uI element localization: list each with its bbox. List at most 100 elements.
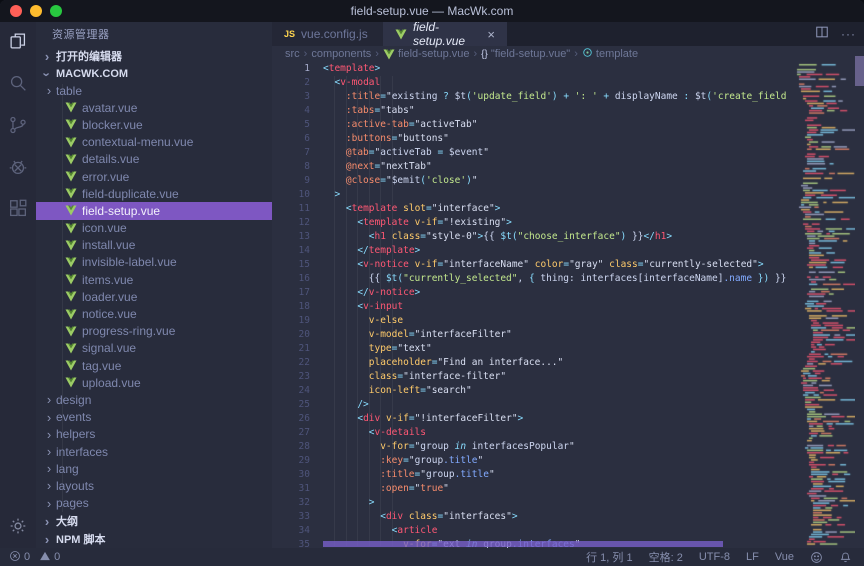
code-line-30[interactable]: 30 :title="group.title" [272, 468, 864, 482]
breadcrumb-item-src[interactable]: src [285, 48, 300, 60]
error-count: 0 [24, 551, 30, 563]
code-line-4[interactable]: 4 :tabs="tabs" [272, 104, 864, 118]
tree-folder-table[interactable]: ›table [36, 82, 272, 99]
tree-folder-events[interactable]: ›events [36, 409, 272, 426]
tree-file-loader.vue[interactable]: loader.vue [36, 288, 272, 305]
activity-explorer[interactable] [0, 22, 36, 64]
tab-field-setup-vue[interactable]: field-setup.vue × [383, 22, 507, 46]
close-tab-icon[interactable]: × [487, 27, 495, 42]
code-line-20[interactable]: 20 v-model="interfaceFilter" [272, 328, 864, 342]
code-line-28[interactable]: 28 v-for="group in interfacesPopular" [272, 440, 864, 454]
code-line-12[interactable]: 12 <template v-if="!existing"> [272, 216, 864, 230]
code-line-27[interactable]: 27 <v-details [272, 426, 864, 440]
code-line-21[interactable]: 21 type="text" [272, 342, 864, 356]
code-line-33[interactable]: 33 <div class="interfaces"> [272, 510, 864, 524]
code-line-34[interactable]: 34 <article [272, 524, 864, 538]
split-editor-icon[interactable] [815, 25, 829, 44]
vertical-scrollbar[interactable] [855, 56, 864, 86]
zoom-window-button[interactable] [50, 5, 62, 17]
tab-vue-config-js[interactable]: JS vue.config.js [272, 22, 383, 46]
line-number: 26 [272, 412, 310, 426]
activity-source-control[interactable] [0, 106, 36, 148]
code-line-6[interactable]: 6 :buttons="buttons" [272, 132, 864, 146]
language-mode[interactable]: Vue [775, 551, 794, 563]
minimize-window-button[interactable] [30, 5, 42, 17]
activity-extensions[interactable] [0, 190, 36, 232]
tree-file-install.vue[interactable]: install.vue [36, 237, 272, 254]
code-line-32[interactable]: 32 > [272, 496, 864, 510]
breadcrumb-item-field-setup.vue[interactable]: field-setup.vue [383, 48, 470, 60]
code-line-11[interactable]: 11 <template slot="interface"> [272, 202, 864, 216]
minimap[interactable] [793, 62, 855, 548]
tree-file-avatar.vue[interactable]: avatar.vue [36, 99, 272, 116]
tree-folder-helpers[interactable]: ›helpers [36, 426, 272, 443]
code-line-15[interactable]: 15 <v-notice v-if="interfaceName" color=… [272, 258, 864, 272]
tree-file-field-setup.vue[interactable]: field-setup.vue [36, 202, 272, 219]
cursor-position[interactable]: 行 1, 列 1 [586, 549, 632, 565]
feedback-smiley-icon[interactable] [810, 551, 823, 564]
code-line-26[interactable]: 26 <div v-if="!interfaceFilter"> [272, 412, 864, 426]
code-line-23[interactable]: 23 class="interface-filter" [272, 370, 864, 384]
activity-settings[interactable] [0, 508, 36, 548]
encoding-setting[interactable]: UTF-8 [699, 551, 730, 563]
line-number: 4 [272, 104, 310, 118]
problems-indicator[interactable]: 0 0 [9, 550, 60, 565]
code-line-14[interactable]: 14 </template> [272, 244, 864, 258]
tree-folder-design[interactable]: ›design [36, 391, 272, 408]
code-line-31[interactable]: 31 :open="true" [272, 482, 864, 496]
code-line-18[interactable]: 18 <v-input [272, 300, 864, 314]
code-line-22[interactable]: 22 placeholder="Find an interface..." [272, 356, 864, 370]
tree-folder-lang[interactable]: ›lang [36, 460, 272, 477]
tree-file-tag.vue[interactable]: tag.vue [36, 357, 272, 374]
tree-file-error.vue[interactable]: error.vue [36, 168, 272, 185]
code-line-10[interactable]: 10 > [272, 188, 864, 202]
code-line-8[interactable]: 8 @next="nextTab" [272, 160, 864, 174]
code-line-9[interactable]: 9 @close="$emit('close')" [272, 174, 864, 188]
code-line-25[interactable]: 25 /> [272, 398, 864, 412]
outline-section[interactable]: › 大纲 [36, 512, 272, 530]
tree-folder-layouts[interactable]: ›layouts [36, 477, 272, 494]
code-text: <v-modal [323, 76, 380, 90]
tree-file-blocker.vue[interactable]: blocker.vue [36, 116, 272, 133]
indentation-setting[interactable]: 空格: 2 [649, 549, 683, 565]
tree-folder-pages[interactable]: ›pages [36, 495, 272, 512]
tree-file-field-duplicate.vue[interactable]: field-duplicate.vue [36, 185, 272, 202]
npm-scripts-section[interactable]: › NPM 脚本 [36, 530, 272, 548]
code-line-13[interactable]: 13 <h1 class="style-0">{{ $t("choose_int… [272, 230, 864, 244]
code-line-19[interactable]: 19 v-else [272, 314, 864, 328]
code-line-5[interactable]: 5 :active-tab="activeTab" [272, 118, 864, 132]
code-line-7[interactable]: 7 @tab="activeTab = $event" [272, 146, 864, 160]
breadcrumb-item-field-setup.vue[interactable]: {}"field-setup.vue" [481, 48, 570, 60]
tree-file-items.vue[interactable]: items.vue [36, 271, 272, 288]
workspace-root-section[interactable]: › MACWK.COM [36, 65, 272, 83]
breadcrumb-item-template[interactable]: template [582, 47, 638, 61]
tree-file-icon.vue[interactable]: icon.vue [36, 220, 272, 237]
line-number: 32 [272, 496, 310, 510]
horizontal-scrollbar[interactable] [323, 541, 723, 547]
open-editors-section[interactable]: › 打开的编辑器 [36, 47, 272, 65]
activity-search[interactable] [0, 64, 36, 106]
eol-setting[interactable]: LF [746, 551, 759, 563]
tree-file-progress-ring.vue[interactable]: progress-ring.vue [36, 323, 272, 340]
close-window-button[interactable] [10, 5, 22, 17]
code-line-16[interactable]: 16 {{ $t("currently_selected", { thing: … [272, 272, 864, 286]
more-actions-icon[interactable]: ··· [841, 27, 856, 41]
code-line-17[interactable]: 17 </v-notice> [272, 286, 864, 300]
code-line-24[interactable]: 24 icon-left="search" [272, 384, 864, 398]
tree-file-signal.vue[interactable]: signal.vue [36, 340, 272, 357]
line-number: 28 [272, 440, 310, 454]
tree-file-upload.vue[interactable]: upload.vue [36, 374, 272, 391]
tree-file-invisible-label.vue[interactable]: invisible-label.vue [36, 254, 272, 271]
code-line-29[interactable]: 29 :key="group.title" [272, 454, 864, 468]
code-line-3[interactable]: 3 :title="existing ? $t('update_field') … [272, 90, 864, 104]
code-line-1[interactable]: 1<template> [272, 62, 864, 76]
breadcrumb-item-components[interactable]: components [311, 48, 371, 60]
code-editor[interactable]: 1<template>2 <v-modal3 :title="existing … [272, 62, 864, 548]
activity-debug[interactable] [0, 148, 36, 190]
tree-file-details.vue[interactable]: details.vue [36, 151, 272, 168]
tree-folder-interfaces[interactable]: ›interfaces [36, 443, 272, 460]
notifications-bell-icon[interactable] [839, 551, 852, 564]
tree-file-notice.vue[interactable]: notice.vue [36, 305, 272, 322]
code-line-2[interactable]: 2 <v-modal [272, 76, 864, 90]
tree-file-contextual-menu.vue[interactable]: contextual-menu.vue [36, 134, 272, 151]
